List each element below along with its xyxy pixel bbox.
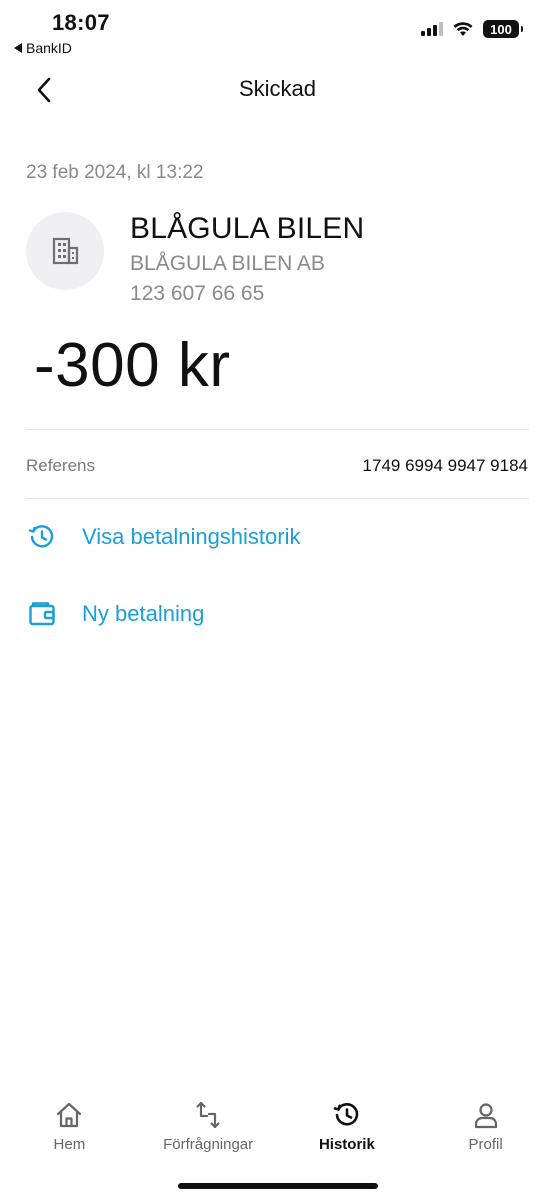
merchant-avatar xyxy=(26,212,104,290)
divider xyxy=(26,498,529,499)
show-payment-history-button[interactable]: Visa betalningshistorik xyxy=(26,515,529,559)
back-triangle-icon xyxy=(14,43,22,53)
page-title: Skickad xyxy=(238,76,317,101)
tab-requests[interactable]: Förfrågningar xyxy=(139,1088,278,1168)
building-icon xyxy=(52,237,79,265)
back-to-app-link[interactable]: BankID xyxy=(14,40,72,56)
reference-value: 1749 6994 9947 9184 xyxy=(362,456,528,475)
tab-label: Förfrågningar xyxy=(163,1136,254,1153)
tab-label: Profil xyxy=(468,1136,503,1153)
status-bar: 18:07 BankID 100 xyxy=(0,0,555,62)
tab-home[interactable]: Hem xyxy=(0,1088,139,1168)
action-label: Ny betalning xyxy=(82,601,205,626)
tab-label: Historik xyxy=(318,1136,375,1153)
status-time: 18:07 xyxy=(52,10,110,35)
reference-label: Referens xyxy=(26,456,95,475)
tab-bar: Hem Förfrågningar Historik Profil xyxy=(0,1088,555,1168)
new-payment-button[interactable]: Ny betalning xyxy=(26,592,529,636)
merchant-name: BLÅGULA BILEN xyxy=(130,212,365,245)
wallet-icon xyxy=(26,598,58,630)
history-icon xyxy=(333,1103,359,1126)
status-icons: 100 xyxy=(421,20,523,38)
person-icon xyxy=(474,1103,497,1129)
back-app-label: BankID xyxy=(26,40,72,56)
divider xyxy=(26,429,529,430)
merchant-company: BLÅGULA BILEN AB xyxy=(130,252,325,275)
payment-date: 23 feb 2024, kl 13:22 xyxy=(26,162,204,183)
tab-profile[interactable]: Profil xyxy=(416,1088,555,1168)
battery-indicator: 100 xyxy=(483,20,523,38)
payment-amount: -300 kr xyxy=(34,331,231,400)
requests-icon xyxy=(196,1101,220,1129)
wifi-icon xyxy=(453,21,473,36)
cellular-signal-icon xyxy=(421,22,443,36)
home-indicator xyxy=(178,1183,378,1189)
merchant-number: 123 607 66 65 xyxy=(130,282,265,305)
tab-label: Hem xyxy=(53,1136,86,1153)
history-icon xyxy=(26,521,58,553)
nav-header: Skickad xyxy=(0,62,555,118)
home-icon xyxy=(57,1102,82,1128)
action-label: Visa betalningshistorik xyxy=(82,524,301,549)
tab-history[interactable]: Historik xyxy=(278,1088,417,1168)
